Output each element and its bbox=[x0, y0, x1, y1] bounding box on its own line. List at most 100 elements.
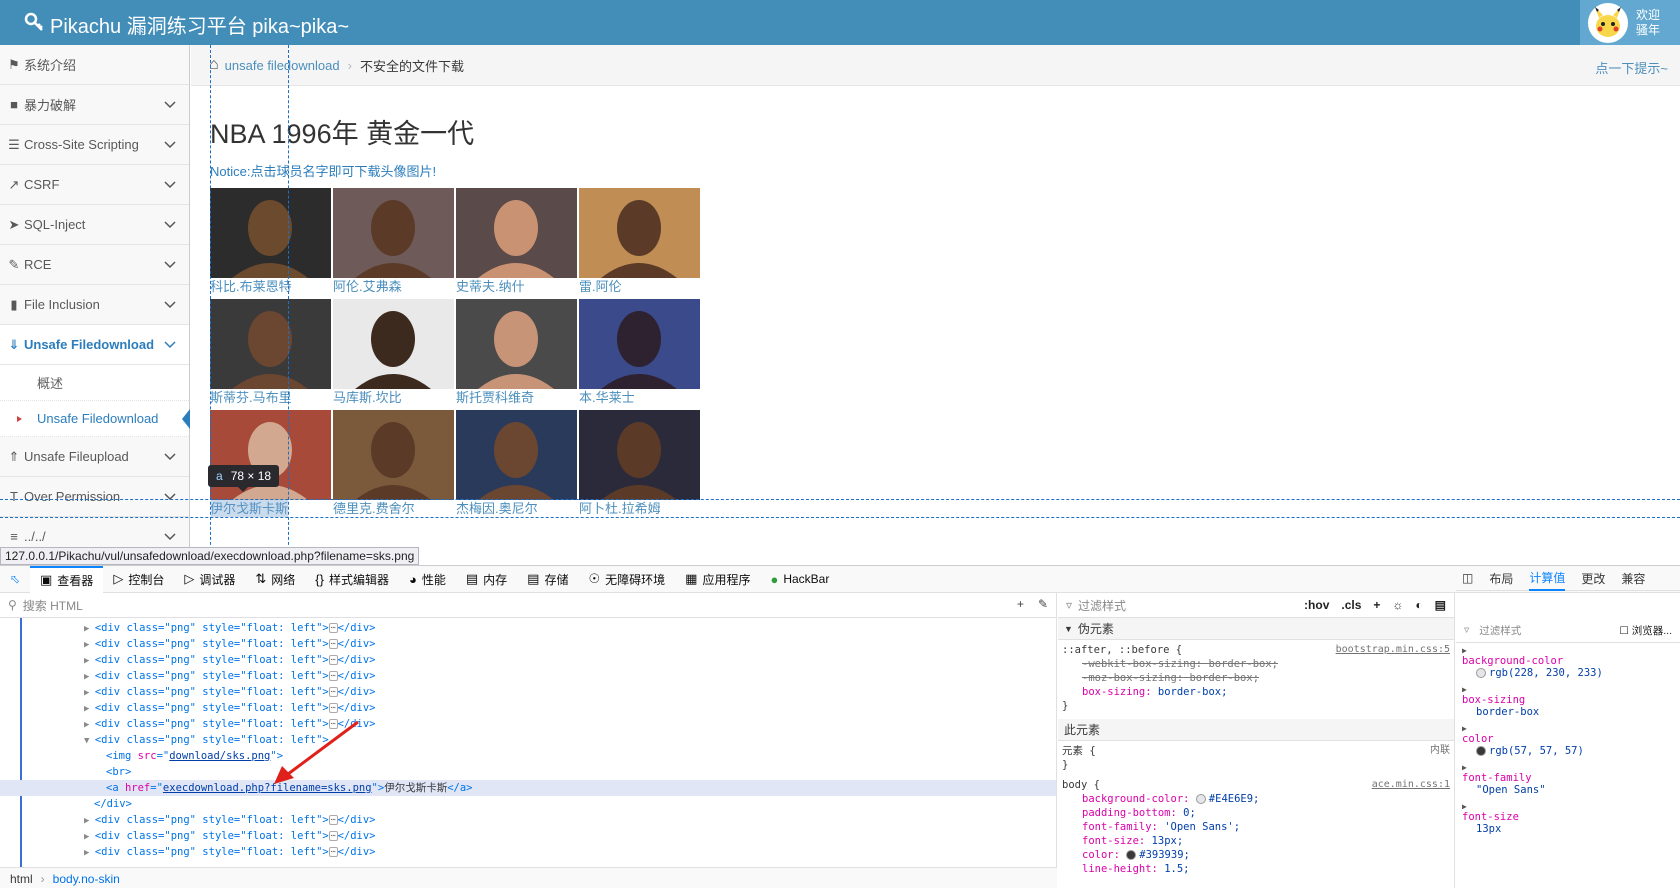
tab-performance[interactable]: ◕ 性能 bbox=[399, 566, 456, 593]
rule-decl[interactable]: line-height: 1.5; bbox=[1058, 862, 1454, 876]
tab-application[interactable]: ▦ 应用程序 bbox=[675, 566, 760, 593]
welcome-text: 欢迎 骚年 bbox=[1636, 7, 1661, 37]
sidebar-item-rce[interactable]: ✎ RCE bbox=[0, 245, 189, 285]
user-menu[interactable]: 欢迎 骚年 bbox=[1580, 0, 1680, 45]
rule-decl[interactable]: padding-bottom: 0; bbox=[1058, 806, 1454, 820]
eyedropper-icon[interactable]: ✎ bbox=[1038, 597, 1048, 611]
player-download-link[interactable]: 雷.阿伦 bbox=[579, 278, 702, 296]
player-download-link[interactable]: 本.华莱士 bbox=[579, 389, 702, 407]
sidebar-item-over-permission[interactable]: T Over Permission bbox=[0, 477, 189, 517]
this-element-section: 此元素 bbox=[1058, 719, 1454, 741]
search-input[interactable]: 搜索 HTML bbox=[23, 597, 83, 614]
sidebar-item-unsafe-filedownload[interactable]: ⇓ Unsafe Filedownload bbox=[0, 325, 189, 365]
tree-node[interactable]: ▶ <div class="png" style="float: left"> ⋯… bbox=[0, 716, 1056, 732]
brand[interactable]: Pikachu 漏洞练习平台 pika~pika~ bbox=[24, 10, 349, 39]
player-download-link[interactable]: 阿伦.艾弗森 bbox=[333, 278, 456, 296]
tab-changes[interactable]: 更改 bbox=[1581, 570, 1605, 587]
pseudo-elements-section[interactable]: ▼ 伪元素 bbox=[1058, 618, 1454, 640]
element-rule[interactable]: 元素 {内联 bbox=[1058, 744, 1454, 758]
node-breadcrumbs: html › body.no-skin bbox=[0, 867, 1057, 888]
tab-debugger[interactable]: ▷ 调试器 bbox=[174, 566, 245, 593]
tab-hackbar[interactable]: ● HackBar bbox=[760, 566, 839, 593]
player-download-link[interactable]: 德里克.费舍尔 bbox=[333, 500, 456, 518]
add-rule-icon[interactable]: + bbox=[1373, 598, 1380, 612]
rules-filter[interactable]: ▿ 过滤样式 :hov .cls + ☼ ◐ ▤ bbox=[1058, 593, 1454, 618]
player-card: 斯托贾科维奇 bbox=[456, 299, 579, 410]
tab-accessibility[interactable]: ☉ 无障碍环境 bbox=[578, 566, 675, 593]
hackbar-icon: ● bbox=[770, 571, 779, 587]
player-card: 阿卜杜.拉希姆 bbox=[579, 410, 702, 521]
tab-console[interactable]: ▷ 控制台 bbox=[103, 566, 174, 593]
rule-decl[interactable]: color: #393939; bbox=[1058, 848, 1454, 862]
tab-storage[interactable]: ▤ 存储 bbox=[517, 566, 578, 593]
computed-filter[interactable]: ▿ 过滤样式 ☐ 浏览器... bbox=[1456, 618, 1680, 643]
sidebar-item-unsafe-fileupload[interactable]: ⇑ Unsafe Fileupload bbox=[0, 437, 189, 477]
computed-prop[interactable]: ▶ font-family "Open Sans" bbox=[1456, 760, 1680, 799]
print-icon[interactable]: ▤ bbox=[1435, 598, 1446, 612]
player-download-link[interactable]: 马库斯.坎比 bbox=[333, 389, 456, 407]
tree-node[interactable]: ▶ <div class="png" style="float: left"> ⋯… bbox=[0, 700, 1056, 716]
dark-mode-icon[interactable]: ◐ bbox=[1415, 598, 1422, 612]
browser-styles-checkbox[interactable]: ☐ 浏览器... bbox=[1619, 623, 1672, 638]
rule-decl[interactable]: font-size: 13px; bbox=[1058, 834, 1454, 848]
submenu-item-overview[interactable]: 概述 bbox=[0, 365, 189, 401]
submenu-item-unsafe-filedownload[interactable]: Unsafe Filedownload bbox=[0, 401, 190, 437]
player-download-link[interactable]: 史蒂夫.纳什 bbox=[456, 278, 579, 296]
player-photo bbox=[333, 299, 454, 389]
tab-network[interactable]: ⇅ 网络 bbox=[245, 566, 305, 593]
computed-prop[interactable]: ▶ box-sizing border-box bbox=[1456, 682, 1680, 721]
tree-node[interactable]: ▶ <div class="png" style="float: left"> ⋯… bbox=[0, 828, 1056, 844]
player-download-link[interactable]: 科比.布莱恩特 bbox=[210, 278, 333, 296]
element-picker-icon[interactable]: ⬁ bbox=[0, 566, 30, 593]
rule-decl[interactable]: -moz-box-sizing: border-box; bbox=[1058, 671, 1454, 685]
html-search[interactable]: ⚲ 搜索 HTML + ✎ bbox=[0, 593, 1056, 618]
tab-inspector[interactable]: ▣ 查看器 bbox=[30, 565, 104, 593]
layout-icon[interactable]: ◫ bbox=[1462, 571, 1473, 585]
console-icon: ▷ bbox=[113, 571, 124, 586]
expand-icon: ▶ bbox=[84, 832, 95, 842]
rule-decl[interactable]: font-family: 'Open Sans'; bbox=[1058, 820, 1454, 834]
tab-compat[interactable]: 兼容 bbox=[1621, 570, 1645, 587]
sidebar-item-csrf[interactable]: ↗ CSRF bbox=[0, 165, 189, 205]
player-download-link[interactable]: 斯托贾科维奇 bbox=[456, 389, 579, 407]
color-swatch[interactable] bbox=[1195, 794, 1206, 804]
player-photo-image bbox=[579, 299, 700, 389]
tree-node[interactable]: ▶ <div class="png" style="float: left"> ⋯… bbox=[0, 844, 1056, 860]
tab-layout[interactable]: 布局 bbox=[1489, 570, 1513, 587]
tree-node-open[interactable]: ▼ <div class="png" style="float: left"> bbox=[0, 732, 1056, 748]
tree-node[interactable]: ▶ <div class="png" style="float: left"> ⋯… bbox=[0, 620, 1056, 636]
tree-node[interactable]: ▶ <div class="png" style="float: left"> ⋯… bbox=[0, 652, 1056, 668]
computed-prop[interactable]: ▶ font-size 13px bbox=[1456, 799, 1680, 838]
sidebar-item-bruteforce[interactable]: ■ 暴力破解 bbox=[0, 85, 189, 125]
tab-style-editor[interactable]: {} 样式编辑器 bbox=[305, 566, 399, 593]
color-swatch[interactable] bbox=[1126, 850, 1137, 860]
sidebar-item-xss[interactable]: ☰ Cross-Site Scripting bbox=[0, 125, 189, 165]
player-download-link[interactable]: 杰梅因.奥尼尔 bbox=[456, 500, 579, 518]
tab-memory[interactable]: ▤ 内存 bbox=[456, 566, 517, 593]
tree-node-selected-anchor[interactable]: <a href="execdownload.php?filename=sks.p… bbox=[0, 780, 1056, 796]
rule-decl[interactable]: background-color: #E4E6E9; bbox=[1058, 792, 1454, 806]
tree-node[interactable]: ▶ <div class="png" style="float: left"> ⋯… bbox=[0, 812, 1056, 828]
computed-prop[interactable]: ▶ background-color rgb(228, 230, 233) bbox=[1456, 643, 1680, 682]
rule-decl[interactable]: box-sizing: border-box; bbox=[1058, 685, 1454, 699]
breadcrumb-link[interactable]: unsafe filedownload bbox=[225, 58, 340, 73]
tree-node-img[interactable]: <img src="download/sks.png"> bbox=[0, 748, 1056, 764]
rule-decl[interactable]: -webkit-box-sizing: border-box; bbox=[1058, 657, 1454, 671]
player-download-link[interactable]: 斯蒂芬.马布里 bbox=[210, 389, 333, 407]
tree-node[interactable]: ▶ <div class="png" style="float: left"> ⋯… bbox=[0, 636, 1056, 652]
computed-prop[interactable]: ▶ color rgb(57, 57, 57) bbox=[1456, 721, 1680, 760]
tree-node-br[interactable]: <br> bbox=[0, 764, 1056, 780]
tree-node[interactable]: ▶ <div class="png" style="float: left"> ⋯… bbox=[0, 684, 1056, 700]
player-download-link[interactable]: 阿卜杜.拉希姆 bbox=[579, 500, 702, 518]
sidebar-item-file-inclusion[interactable]: ▮ File Inclusion bbox=[0, 285, 189, 325]
crumb-body[interactable]: body.no-skin bbox=[53, 872, 120, 886]
sidebar-item-intro[interactable]: ⚑ 系统介绍 bbox=[0, 45, 189, 85]
crumb-html[interactable]: html bbox=[10, 872, 33, 886]
tree-node[interactable]: ▶ <div class="png" style="float: left"> ⋯… bbox=[0, 668, 1056, 684]
hint-link[interactable]: 点一下提示~ bbox=[1595, 58, 1668, 77]
light-mode-icon[interactable]: ☼ bbox=[1392, 598, 1403, 612]
add-node-icon[interactable]: + bbox=[1017, 597, 1024, 611]
sidebar-item-sqli[interactable]: ➤ SQL-Inject bbox=[0, 205, 189, 245]
text-height-icon: T bbox=[10, 489, 18, 504]
tab-computed[interactable]: 计算值 bbox=[1529, 566, 1566, 591]
